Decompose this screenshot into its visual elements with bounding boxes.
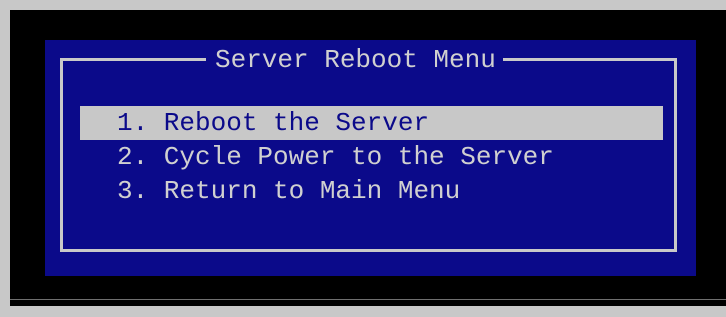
terminal-bottom-border — [10, 299, 726, 300]
menu-title: Server Reboot Menu — [206, 45, 503, 75]
menu-list: 1. Reboot the Server 2. Cycle Power to t… — [80, 106, 663, 208]
menu-item-return-main-menu[interactable]: 3. Return to Main Menu — [80, 174, 663, 208]
menu-item-cycle-power[interactable]: 2. Cycle Power to the Server — [80, 140, 663, 174]
server-reboot-menu-panel: Server Reboot Menu 1. Reboot the Server … — [45, 40, 696, 276]
menu-item-reboot-server[interactable]: 1. Reboot the Server — [80, 106, 663, 140]
